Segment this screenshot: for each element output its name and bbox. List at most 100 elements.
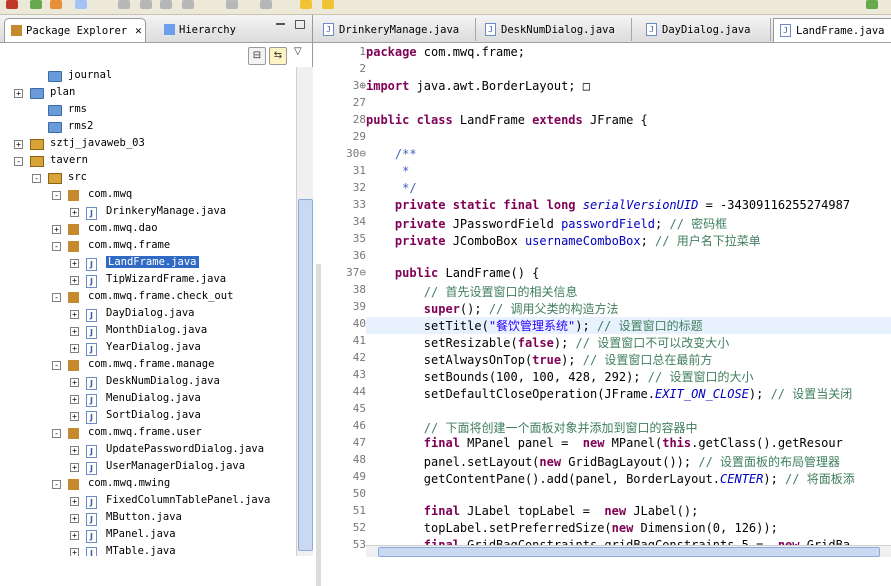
code-line[interactable]: public class LandFrame extends JFrame {: [366, 113, 648, 130]
code-line[interactable]: getContentPane().add(panel, BorderLayout…: [366, 470, 855, 487]
tree-item[interactable]: journal: [0, 68, 296, 85]
code-line[interactable]: package com.mwq.frame;: [366, 45, 525, 62]
code-line[interactable]: public LandFrame() {: [366, 266, 540, 283]
code-line[interactable]: // 首先设置窗口的相关信息: [366, 283, 578, 300]
collapse-icon[interactable]: -: [52, 293, 61, 302]
tab-package-explorer[interactable]: Package Explorer ✕: [4, 18, 146, 42]
code-line[interactable]: setResizable(false); // 设置窗口不可以改变大小: [366, 334, 729, 351]
tree-item[interactable]: + J UserManagerDialog.java: [0, 459, 296, 476]
expand-icon[interactable]: +: [70, 514, 79, 523]
expand-icon[interactable]: +: [70, 310, 79, 319]
code-line[interactable]: /**: [366, 147, 417, 164]
back-icon[interactable]: [300, 0, 312, 9]
tree-item[interactable]: + J MPanel.java: [0, 527, 296, 544]
tree-item[interactable]: + com.mwq.dao: [0, 221, 296, 238]
tree-item[interactable]: + plan: [0, 85, 296, 102]
code-line[interactable]: setAlwaysOnTop(true); // 设置窗口总在最前方: [366, 351, 713, 368]
code-line[interactable]: // 下面将创建一个面板对象并添加到窗口的容器中: [366, 419, 698, 436]
toolbar-icon[interactable]: [182, 0, 194, 9]
expand-icon[interactable]: +: [70, 276, 79, 285]
code-line[interactable]: setBounds(100, 100, 428, 292); // 设置窗口的大…: [366, 368, 754, 385]
tree-item[interactable]: - com.mwq.frame.user: [0, 425, 296, 442]
toolbar-icon[interactable]: [30, 0, 42, 9]
expand-icon[interactable]: +: [14, 140, 23, 149]
code-line[interactable]: private static final long serialVersionU…: [366, 198, 850, 215]
expand-icon[interactable]: +: [70, 463, 79, 472]
forward-icon[interactable]: [322, 0, 334, 9]
tree-item[interactable]: + J DayDialog.java: [0, 306, 296, 323]
maximize-icon[interactable]: [295, 20, 305, 29]
tree-item[interactable]: + J LandFrame.java: [0, 255, 296, 272]
tab-hierarchy[interactable]: Hierarchy: [158, 18, 244, 41]
code-line[interactable]: panel.setLayout(new GridBagLayout()); //…: [366, 453, 840, 470]
editor-tab[interactable]: J DeskNumDialog.java: [479, 18, 632, 41]
expand-icon[interactable]: +: [70, 259, 79, 268]
tree-item[interactable]: + J DeskNumDialog.java: [0, 374, 296, 391]
tree-item[interactable]: rms2: [0, 119, 296, 136]
code-line[interactable]: private JComboBox usernameComboBox; // 用…: [366, 232, 761, 249]
tree-item[interactable]: + J TipWizardFrame.java: [0, 272, 296, 289]
tree-item[interactable]: + J FixedColumnTablePanel.java: [0, 493, 296, 510]
expand-icon[interactable]: +: [70, 395, 79, 404]
close-icon[interactable]: ✕: [135, 24, 142, 37]
code-line[interactable]: setDefaultCloseOperation(JFrame.EXIT_ON_…: [366, 385, 852, 402]
tree-item[interactable]: + J SortDialog.java: [0, 408, 296, 425]
tree-item[interactable]: + J YearDialog.java: [0, 340, 296, 357]
expand-icon[interactable]: +: [70, 378, 79, 387]
collapse-icon[interactable]: -: [52, 242, 61, 251]
collapse-icon[interactable]: -: [52, 361, 61, 370]
tree-item[interactable]: - com.mwq.frame.manage: [0, 357, 296, 374]
code-line[interactable]: final JLabel topLabel = new JLabel();: [366, 504, 699, 521]
expand-icon[interactable]: +: [70, 327, 79, 336]
editor-tab[interactable]: J DayDialog.java: [640, 18, 771, 41]
collapse-icon[interactable]: -: [14, 157, 23, 166]
tree-item[interactable]: + J MButton.java: [0, 510, 296, 527]
scrollbar-thumb[interactable]: [298, 199, 313, 551]
perspective-icon[interactable]: [866, 0, 878, 9]
tree-item[interactable]: + J MTable.java: [0, 544, 296, 556]
tree-item[interactable]: - com.mwq.frame.check_out: [0, 289, 296, 306]
tree-item[interactable]: + J MenuDialog.java: [0, 391, 296, 408]
link-with-editor-icon[interactable]: ⇆: [269, 47, 287, 65]
code-line[interactable]: private JPasswordField passwordField; //…: [366, 215, 727, 232]
code-line[interactable]: topLabel.setPreferredSize(new Dimension(…: [366, 521, 778, 538]
editor-tab[interactable]: J LandFrame.java: [773, 18, 891, 42]
tree-item[interactable]: + J UpdatePasswordDialog.java: [0, 442, 296, 459]
expand-icon[interactable]: +: [70, 531, 79, 540]
expand-icon[interactable]: +: [70, 412, 79, 421]
collapse-icon[interactable]: -: [52, 191, 61, 200]
expand-icon[interactable]: +: [70, 344, 79, 353]
collapse-all-icon[interactable]: ⊟: [248, 47, 266, 65]
code-area[interactable]: package com.mwq.frame; import java.awt.Bo…: [366, 43, 891, 556]
minimize-icon[interactable]: [276, 23, 285, 25]
toolbar-icon[interactable]: [160, 0, 172, 9]
expand-icon[interactable]: +: [52, 225, 61, 234]
collapse-icon[interactable]: -: [32, 174, 41, 183]
toolbar-icon[interactable]: [75, 0, 87, 9]
expand-icon[interactable]: +: [70, 208, 79, 217]
expand-icon[interactable]: +: [70, 497, 79, 506]
tree-item[interactable]: + sztj_javaweb_03: [0, 136, 296, 153]
code-line[interactable]: import java.awt.BorderLayout; □: [366, 79, 590, 96]
expand-icon[interactable]: +: [70, 548, 79, 556]
toolbar-icon[interactable]: [118, 0, 130, 9]
code-line[interactable]: super(); // 调用父类的构造方法: [366, 300, 619, 317]
expand-icon[interactable]: +: [14, 89, 23, 98]
collapse-icon[interactable]: -: [52, 480, 61, 489]
tree-item[interactable]: + J DrinkeryManage.java: [0, 204, 296, 221]
tree-item[interactable]: - tavern: [0, 153, 296, 170]
tree-item[interactable]: - com.mwq.mwing: [0, 476, 296, 493]
toolbar-icon[interactable]: [6, 0, 18, 9]
tree-vertical-scrollbar[interactable]: [296, 67, 313, 556]
tree-item[interactable]: rms: [0, 102, 296, 119]
expand-icon[interactable]: +: [70, 446, 79, 455]
editor-tab[interactable]: J DrinkeryManage.java: [317, 18, 476, 41]
code-line[interactable]: final MPanel panel = new MPanel(this.get…: [366, 436, 843, 453]
tree-item[interactable]: + J MonthDialog.java: [0, 323, 296, 340]
code-editor[interactable]: 1 2 3⊕ 27 28 29 30⊖ 31 32 33 34 35 36 37⊖ 38 39 40 41 42 43…: [313, 43, 891, 586]
tree-item[interactable]: - src: [0, 170, 296, 187]
tree-item[interactable]: - com.mwq.frame: [0, 238, 296, 255]
toolbar-icon[interactable]: [260, 0, 272, 9]
code-line[interactable]: */: [366, 181, 416, 198]
view-menu-icon[interactable]: ▽: [294, 46, 302, 57]
